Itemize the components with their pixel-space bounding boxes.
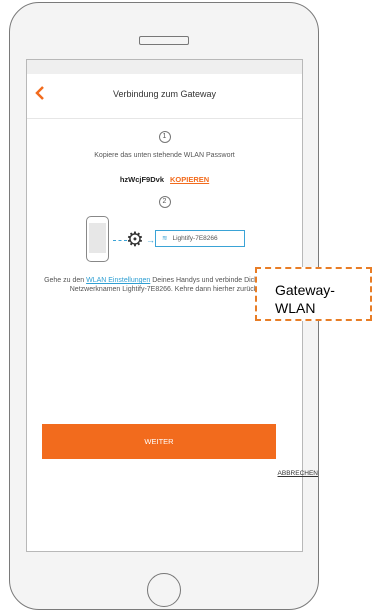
instruction-text: Kopiere das unten stehende WLAN Passwort: [94, 152, 235, 159]
arrow-right-icon: →: [146, 235, 155, 245]
cancel-link[interactable]: ABBRECHEN: [278, 470, 318, 477]
password-row: hzWcjF9Dvk KOPIEREN: [27, 175, 302, 184]
phone-speaker: [139, 36, 189, 45]
gateway-wlan-callout: Gateway-WLAN: [255, 267, 372, 321]
wifi-password: hzWcjF9Dvk: [119, 175, 164, 184]
wifi-settings-link[interactable]: WLAN Einstellungen: [86, 277, 150, 284]
step-2-indicator: 2: [158, 196, 171, 208]
network-name-box: ≋ Lightify-7E8266: [155, 230, 245, 247]
home-button[interactable]: [147, 573, 181, 607]
network-name: Lightify-7E8266: [172, 235, 218, 242]
connection-line: [113, 240, 127, 241]
page-title: Verbindung zum Gateway: [112, 89, 217, 99]
callout-label: Gateway-WLAN: [275, 282, 335, 316]
phone-illustration: [86, 216, 109, 262]
connection-illustration: ⚙ → ≋ Lightify-7E8266: [27, 214, 302, 270]
next-button[interactable]: WEITER: [42, 424, 276, 459]
status-bar: [27, 60, 302, 74]
nav-bar: Verbindung zum Gateway: [27, 74, 302, 119]
phone-illustration-screen: [89, 223, 106, 253]
wifi-icon: ≋: [162, 235, 168, 242]
step-1-indicator: 1: [158, 131, 171, 143]
gear-icon: ⚙: [126, 229, 144, 251]
copy-button[interactable]: KOPIEREN: [170, 175, 209, 184]
description-before: Gehe zu den: [44, 277, 87, 284]
